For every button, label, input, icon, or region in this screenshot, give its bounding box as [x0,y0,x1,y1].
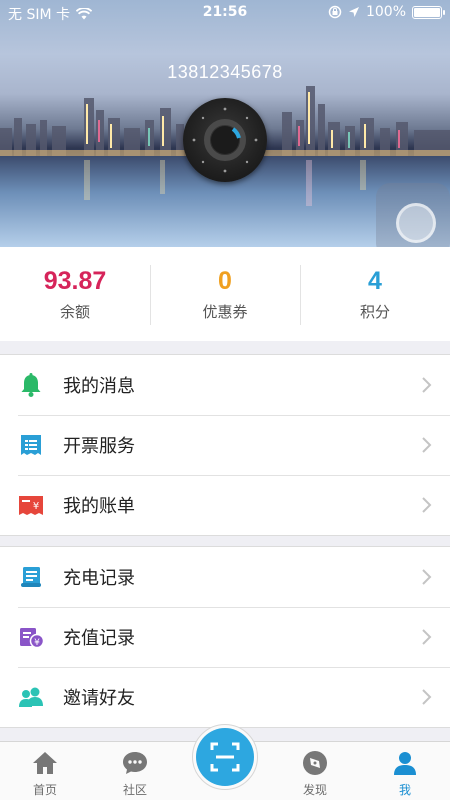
rotation-lock-icon [328,5,342,19]
tab-label: 发现 [302,783,327,797]
balance-value: 93.87 [43,267,107,295]
menu-item-label: 充值记录 [63,628,135,649]
compass-icon [303,751,327,775]
menu-group-account: 我的消息 开票服务 ¥ 我的账单 [0,354,450,536]
menu-group-records: 充电记录 ¥ 充值记录 邀请好友 [0,546,450,728]
stat-balance[interactable]: 93.87 余额 [0,247,150,341]
chevron-right-icon [422,377,432,393]
menu-item-recharge-records[interactable]: ¥ 充值记录 [0,607,450,667]
person-icon [394,752,416,775]
scan-button[interactable] [196,728,254,786]
battery-percent: 100% [365,4,406,20]
tab-label: 我 [398,783,411,797]
stat-points[interactable]: 4 积分 [300,247,450,341]
chevron-right-icon [422,569,432,585]
battery-icon [412,5,445,19]
chevron-right-icon [422,497,432,513]
record-icon [17,563,45,591]
avatar-dial-icon [192,107,258,173]
menu-item-charging-records[interactable]: 充电记录 [0,547,450,607]
stat-coupons[interactable]: 0 优惠券 [150,247,300,341]
tab-label: 社区 [122,783,147,797]
scan-icon [210,742,240,772]
profile-page: 无 SIM 卡 21:56 100% 13812345678 93.87 余额 … [0,0,450,800]
invoice-icon [17,431,45,459]
balance-label: 余额 [59,303,90,321]
chevron-right-icon [422,437,432,453]
user-phone-number: 13812345678 [167,62,283,82]
tab-discover[interactable]: 发现 [270,742,360,800]
home-icon [33,752,57,774]
assistive-touch-button[interactable] [376,183,450,247]
account-stats: 93.87 余额 0 优惠券 4 积分 [0,247,450,341]
menu-item-label: 充电记录 [63,568,135,589]
tab-community[interactable]: 社区 [90,742,180,800]
chevron-right-icon [422,689,432,705]
menu-item-label: 开票服务 [63,436,135,457]
chevron-right-icon [422,629,432,645]
menu-item-label: 我的账单 [63,496,135,517]
bell-icon [17,371,45,399]
tab-label: 首页 [32,783,57,797]
friends-icon [17,683,45,711]
tab-me[interactable]: 我 [360,742,450,800]
svg-text:¥: ¥ [34,638,40,648]
location-arrow-icon [348,7,359,17]
chat-icon [123,752,147,774]
recharge-icon: ¥ [17,623,45,651]
coupons-value: 0 [218,267,232,295]
status-bar: 无 SIM 卡 21:56 100% [0,0,450,26]
menu-item-invite-friends[interactable]: 邀请好友 [0,667,450,727]
svg-text:¥: ¥ [33,501,39,512]
points-value: 4 [368,267,382,295]
avatar[interactable] [183,98,267,182]
profile-header: 无 SIM 卡 21:56 100% 13812345678 [0,0,450,247]
points-label: 积分 [359,303,390,321]
menu-item-label: 邀请好友 [63,688,135,709]
menu-item-label: 我的消息 [63,376,135,397]
menu-item-messages[interactable]: 我的消息 [0,355,450,415]
menu-item-invoice[interactable]: 开票服务 [0,415,450,475]
coupons-label: 优惠券 [202,303,248,321]
bill-icon: ¥ [17,491,45,519]
menu-item-bills[interactable]: ¥ 我的账单 [0,475,450,535]
tab-home[interactable]: 首页 [0,742,90,800]
